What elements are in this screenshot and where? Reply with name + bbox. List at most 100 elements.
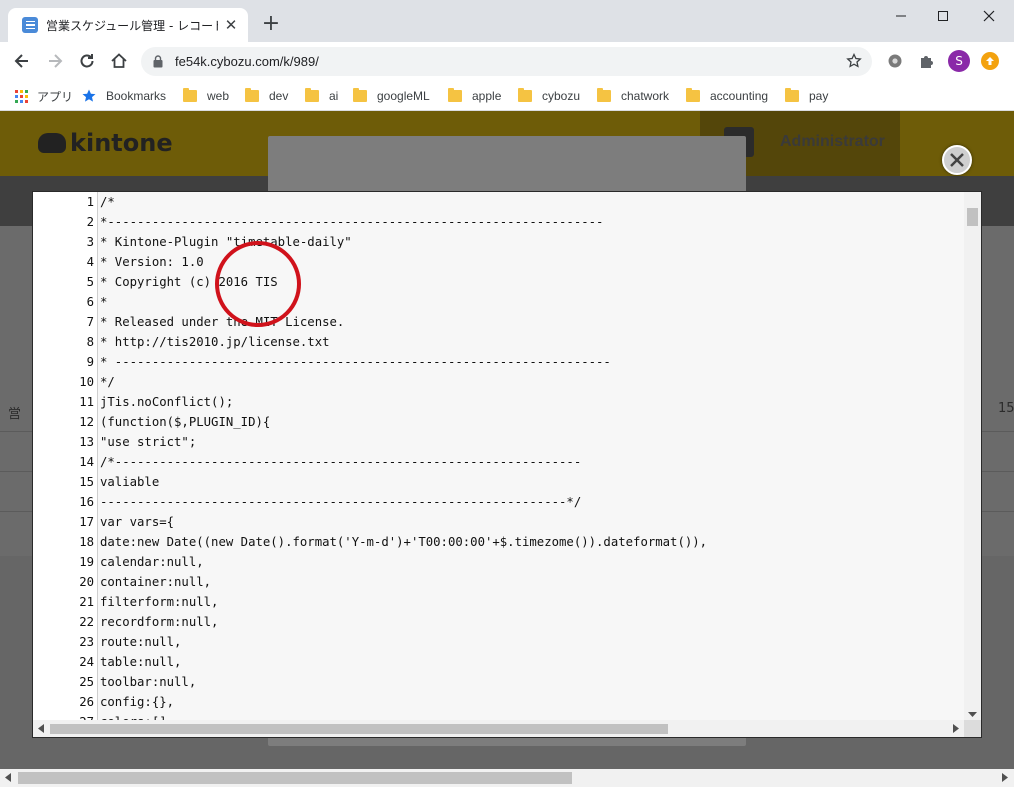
scroll-right-arrow-icon[interactable] xyxy=(953,724,959,733)
minimize-button[interactable] xyxy=(878,2,924,30)
code-text: */ xyxy=(100,375,115,389)
folder-icon xyxy=(245,88,259,102)
new-tab-button[interactable]: + xyxy=(258,12,284,38)
code-line: 15 valiable xyxy=(33,472,159,492)
bookmark-star-icon[interactable] xyxy=(846,53,862,69)
code-text: toolbar:null, xyxy=(100,675,197,689)
bookmark-label: Bookmarks xyxy=(106,89,167,103)
line-number: 21 xyxy=(79,595,94,609)
bookmark-chatwork[interactable]: chatwork xyxy=(597,86,669,106)
line-number: 6 xyxy=(86,295,94,309)
code-text: var vars={ xyxy=(100,515,175,529)
bookmark-accounting[interactable]: accounting xyxy=(686,86,768,106)
line-number: 18 xyxy=(79,535,94,549)
bookmark-ai[interactable]: ai xyxy=(305,86,338,106)
code-line: 11 jTis.noConflict(); xyxy=(33,392,233,412)
bookmark-bookmarks[interactable]: Bookmarks xyxy=(82,86,166,106)
list-app-icon xyxy=(22,17,38,33)
address-bar[interactable]: fe54k.cybozu.com/k/989/ xyxy=(141,47,872,76)
bookmark-cybozu[interactable]: cybozu xyxy=(518,86,580,106)
bookmark-pay[interactable]: pay xyxy=(785,86,828,106)
code-text: ----------------------------------------… xyxy=(100,495,582,509)
code-editor[interactable]: 1/* 2 *-----------------------------------… xyxy=(33,192,964,720)
page-scroll-left-icon[interactable] xyxy=(5,773,11,782)
line-number: 25 xyxy=(79,675,94,689)
forward-arrow-icon xyxy=(49,54,63,68)
line-number: 26 xyxy=(79,695,94,709)
bookmark-apple[interactable]: apple xyxy=(448,86,501,106)
list-header-text: 営 xyxy=(8,407,22,422)
code-text: config:{}, xyxy=(100,695,175,709)
code-line: 13 "use strict"; xyxy=(33,432,196,452)
line-number: 23 xyxy=(79,635,94,649)
line-number: 16 xyxy=(79,495,94,509)
bookmark-label: dev xyxy=(269,89,289,103)
scroll-left-arrow-icon[interactable] xyxy=(38,724,44,733)
code-line: 8 * http://tis2010.jp/license.txt xyxy=(33,332,330,352)
close-window-button[interactable] xyxy=(966,2,1012,30)
line-number: 15 xyxy=(79,475,94,489)
folder-icon xyxy=(353,88,367,102)
page-scroll-right-icon[interactable] xyxy=(1002,773,1008,782)
bookmark-label: ai xyxy=(329,89,339,103)
bookmark-label: apple xyxy=(472,89,502,103)
folder-icon xyxy=(686,88,700,102)
reload-icon xyxy=(80,54,94,68)
line-number: 14 xyxy=(79,455,94,469)
update-icon[interactable] xyxy=(981,52,999,70)
page-scroll-thumb[interactable] xyxy=(18,772,572,784)
vertical-scroll-thumb[interactable] xyxy=(967,208,978,226)
back-button[interactable] xyxy=(10,49,34,73)
bookmark-label: accounting xyxy=(710,89,769,103)
browser-tab-active[interactable]: 営業スケジュール管理 - レコードの一覧 ✕ xyxy=(8,8,248,42)
user-name: Administrator xyxy=(780,133,885,150)
bookmark-googleml[interactable]: googleML xyxy=(353,86,430,106)
bookmark-label: web xyxy=(207,89,230,103)
browser-tabstrip: 営業スケジュール管理 - レコードの一覧 ✕ + xyxy=(0,0,1014,42)
bookmark-dev[interactable]: dev xyxy=(245,86,288,106)
bookmark-apps[interactable]: アプリ xyxy=(15,86,73,106)
extension-gear-icon[interactable] xyxy=(885,51,905,71)
code-text: calendar:null, xyxy=(100,555,204,569)
code-line: 18 date:new Date((new Date().format('Y-m-… xyxy=(33,532,707,552)
folder-icon xyxy=(448,88,462,102)
folder-icon xyxy=(518,88,532,102)
code-line: 17 var vars={ xyxy=(33,512,174,532)
line-number: 19 xyxy=(79,555,94,569)
modal-close-button[interactable] xyxy=(942,145,972,175)
tab-title: 営業スケジュール管理 - レコードの一覧 xyxy=(46,18,218,33)
line-number: 2 xyxy=(86,215,94,229)
profile-avatar[interactable]: S xyxy=(948,50,970,72)
code-line: 7 * Released under the MIT License. xyxy=(33,312,345,332)
browser-toolbar: fe54k.cybozu.com/k/989/ S xyxy=(0,42,1014,80)
line-number: 9 xyxy=(86,355,94,369)
forward-button[interactable] xyxy=(43,49,67,73)
code-line: 6 * xyxy=(33,292,108,312)
page-horizontal-scrollbar[interactable] xyxy=(0,769,1014,787)
maximize-icon xyxy=(938,11,948,21)
code-text: container:null, xyxy=(100,575,212,589)
bookmark-label: pay xyxy=(809,89,829,103)
horizontal-scrollbar[interactable] xyxy=(33,720,964,737)
line-number: 7 xyxy=(86,315,94,329)
bookmark-label: chatwork xyxy=(621,89,670,103)
horizontal-scroll-thumb[interactable] xyxy=(50,724,668,734)
tab-close-icon[interactable]: ✕ xyxy=(222,16,240,34)
extensions-puzzle-icon[interactable] xyxy=(917,51,937,71)
code-text: (function($,PLUGIN_ID){ xyxy=(100,415,271,429)
line-number: 8 xyxy=(86,335,94,349)
vertical-scrollbar[interactable] xyxy=(964,192,981,720)
apps-grid-icon xyxy=(15,89,28,103)
reload-button[interactable] xyxy=(75,49,99,73)
line-number: 20 xyxy=(79,575,94,589)
bookmark-label: googleML xyxy=(377,89,430,103)
code-text: *---------------------------------------… xyxy=(100,215,604,229)
code-line: 20 container:null, xyxy=(33,572,211,592)
code-text: * Kintone-Plugin "timetable-daily" xyxy=(100,235,352,249)
home-button[interactable] xyxy=(107,49,131,73)
line-number: 10 xyxy=(79,375,94,389)
back-arrow-icon xyxy=(14,54,28,68)
bookmark-web[interactable]: web xyxy=(183,86,229,106)
scroll-down-arrow-icon[interactable] xyxy=(968,712,977,718)
maximize-button[interactable] xyxy=(920,2,966,30)
